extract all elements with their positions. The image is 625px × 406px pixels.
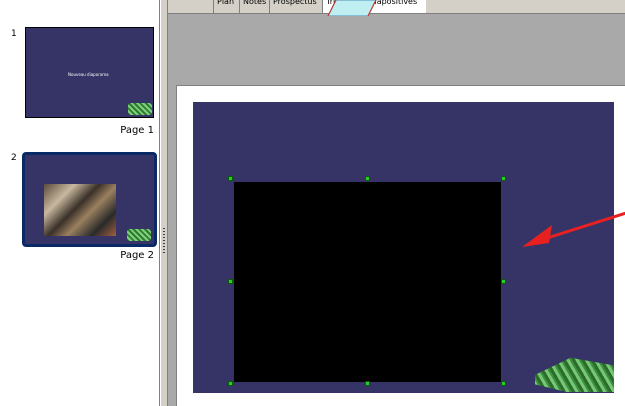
resize-handle-top-right[interactable] xyxy=(501,176,506,181)
resize-handle-bottom[interactable] xyxy=(365,381,370,386)
page-label-2: Page 2 xyxy=(120,250,154,261)
media-object[interactable] xyxy=(234,182,501,382)
tab-plan[interactable]: Plan xyxy=(213,0,239,13)
page-label-1: Page 1 xyxy=(120,125,154,136)
resize-handle-bottom-left[interactable] xyxy=(228,381,233,386)
view-tab-bar: Plan Notes Prospectus Trieuse de diaposi… xyxy=(168,0,625,14)
tab-handouts[interactable]: Prospectus xyxy=(269,0,322,13)
panel-splitter[interactable] xyxy=(160,0,168,406)
resize-handle-right[interactable] xyxy=(501,279,506,284)
slide-editing-canvas[interactable] xyxy=(176,85,625,406)
slide-thumbnail-1[interactable]: Nouveau diaporama xyxy=(25,27,154,118)
tab-highlight-decoration xyxy=(327,0,377,16)
slide-thumbnail-title: Nouveau diaporama xyxy=(68,72,109,77)
slide-number-2: 2 xyxy=(11,153,17,163)
slide-number-1: 1 xyxy=(11,29,17,39)
resize-handle-bottom-right[interactable] xyxy=(501,381,506,386)
red-arrow-annotation-icon xyxy=(522,211,625,247)
logo-icon xyxy=(535,357,614,392)
logo-icon xyxy=(128,103,152,115)
main-work-area: Plan Notes Prospectus Trieuse de diaposi… xyxy=(168,0,625,406)
resize-handle-left[interactable] xyxy=(228,279,233,284)
logo-icon xyxy=(127,229,151,241)
resize-handle-top-left[interactable] xyxy=(228,176,233,181)
slide-sorter-panel: 1 Nouveau diaporama Page 1 2 Page 2 xyxy=(0,0,160,406)
splitter-grip-icon[interactable] xyxy=(163,228,165,254)
photo-thumbnail-icon xyxy=(44,184,116,236)
slide-thumbnail-2[interactable] xyxy=(25,155,154,244)
tab-notes[interactable]: Notes xyxy=(239,0,269,13)
resize-handle-top[interactable] xyxy=(365,176,370,181)
